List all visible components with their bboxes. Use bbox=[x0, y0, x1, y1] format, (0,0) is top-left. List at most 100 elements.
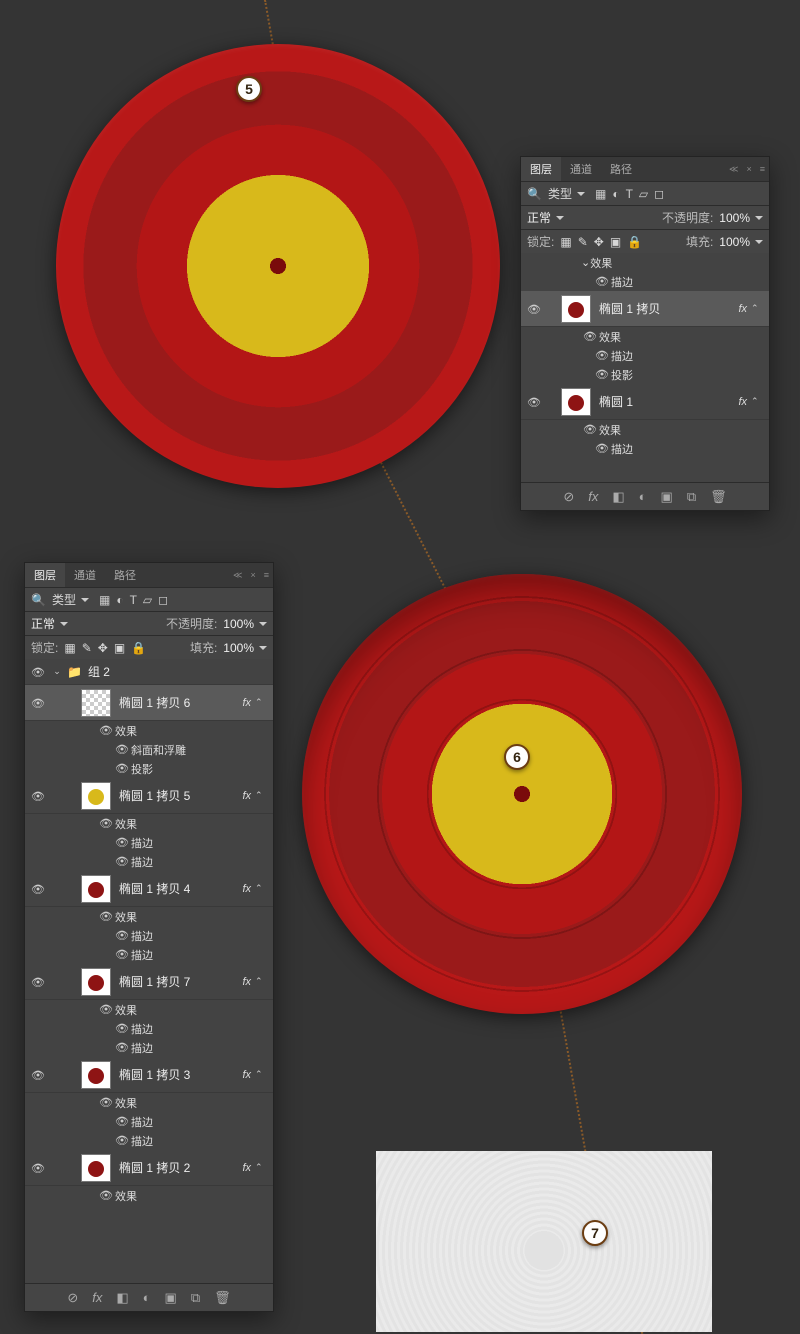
visibility-icon[interactable] bbox=[97, 1189, 115, 1202]
layer-effects-header[interactable]: 效果 bbox=[521, 420, 769, 439]
visibility-icon[interactable] bbox=[593, 275, 611, 288]
layer-thumbnail[interactable] bbox=[81, 1154, 111, 1182]
layer-effects-header[interactable]: 效果 bbox=[25, 907, 273, 926]
layer-name[interactable]: 椭圆 1 拷贝 5 bbox=[119, 787, 242, 804]
fx-indicator[interactable]: fx bbox=[242, 1069, 251, 1081]
layer-name[interactable]: 椭圆 1 拷贝 2 bbox=[119, 1159, 242, 1176]
fx-icon[interactable]: fx bbox=[92, 1290, 102, 1305]
tab-channels[interactable]: 通道 bbox=[65, 563, 105, 587]
layer-effects-header[interactable]: ⌄效果 bbox=[521, 253, 769, 272]
layer-thumbnail[interactable] bbox=[81, 1061, 111, 1089]
layer-effect-stroke[interactable]: 描边 bbox=[521, 272, 769, 291]
visibility-icon[interactable] bbox=[581, 423, 599, 436]
visibility-icon[interactable] bbox=[25, 789, 51, 803]
layer-effect-stroke[interactable]: 描边 bbox=[25, 1131, 273, 1150]
fx-indicator[interactable]: fx bbox=[242, 976, 251, 988]
chevron-up-icon[interactable]: ⌃ bbox=[255, 1162, 267, 1173]
layer-name[interactable]: 椭圆 1 拷贝 6 bbox=[119, 694, 242, 711]
visibility-icon[interactable] bbox=[521, 302, 547, 316]
layer-effect-stroke[interactable]: 描边 bbox=[25, 852, 273, 871]
visibility-icon[interactable] bbox=[97, 724, 115, 737]
layer-row[interactable]: 椭圆 1 拷贝 2 fx ⌃ bbox=[25, 1150, 273, 1186]
visibility-icon[interactable] bbox=[113, 929, 131, 942]
lock-pixels-icon[interactable]: ▦ bbox=[560, 235, 571, 249]
layer-name[interactable]: 椭圆 1 bbox=[599, 393, 738, 410]
layer-effect-shadow[interactable]: 投影 bbox=[521, 365, 769, 384]
visibility-icon[interactable] bbox=[593, 349, 611, 362]
layer-effect-bevel[interactable]: 斜面和浮雕 bbox=[25, 740, 273, 759]
adjustment-icon[interactable]: ◐ bbox=[639, 489, 647, 504]
lock-position-icon[interactable]: ✥ bbox=[594, 235, 604, 249]
layer-effect-stroke[interactable]: 描边 bbox=[521, 346, 769, 365]
layer-row[interactable]: 椭圆 1 拷贝 7 fx ⌃ bbox=[25, 964, 273, 1000]
fx-indicator[interactable]: fx bbox=[242, 790, 251, 802]
layer-row[interactable]: 椭圆 1 拷贝 4 fx ⌃ bbox=[25, 871, 273, 907]
filter-type-icon[interactable]: T bbox=[626, 187, 633, 201]
filter-shape-icon[interactable]: ▱ bbox=[639, 187, 648, 201]
layer-thumbnail[interactable] bbox=[81, 689, 111, 717]
layer-effect-stroke[interactable]: 描边 bbox=[25, 926, 273, 945]
visibility-icon[interactable] bbox=[593, 368, 611, 381]
visibility-icon[interactable] bbox=[97, 1003, 115, 1016]
tab-layers[interactable]: 图层 bbox=[521, 157, 561, 181]
chevron-up-icon[interactable]: ⌃ bbox=[751, 303, 763, 314]
filter-icons[interactable]: ▦ ◐ T ▱ ◻ bbox=[595, 187, 664, 201]
visibility-icon[interactable] bbox=[113, 1041, 131, 1054]
lock-artboard-icon[interactable]: ▣ bbox=[610, 235, 621, 249]
chevron-up-icon[interactable]: ⌃ bbox=[255, 790, 267, 801]
layer-row[interactable]: 椭圆 1 拷贝 3 fx ⌃ bbox=[25, 1057, 273, 1093]
layer-row[interactable]: 椭圆 1 拷贝 5 fx ⌃ bbox=[25, 778, 273, 814]
layer-name[interactable]: 椭圆 1 拷贝 3 bbox=[119, 1066, 242, 1083]
opacity-value[interactable]: 100% bbox=[223, 617, 267, 631]
adjustment-icon[interactable]: ◐ bbox=[143, 1290, 151, 1305]
visibility-icon[interactable] bbox=[25, 1161, 51, 1175]
visibility-icon[interactable] bbox=[521, 395, 547, 409]
visibility-icon[interactable] bbox=[113, 855, 131, 868]
filter-adjust-icon[interactable]: ◐ bbox=[116, 593, 123, 607]
lock-pixels-icon[interactable]: ▦ bbox=[64, 641, 75, 655]
visibility-icon[interactable] bbox=[97, 1096, 115, 1109]
filter-type-dropdown[interactable]: 类型 bbox=[548, 185, 585, 202]
layer-effects-header[interactable]: 效果 bbox=[25, 1093, 273, 1112]
filter-icons[interactable]: ▦ ◐ T ▱ ◻ bbox=[99, 593, 168, 607]
visibility-icon[interactable] bbox=[113, 1134, 131, 1147]
fill-value[interactable]: 100% bbox=[223, 641, 267, 655]
layer-effect-stroke[interactable]: 描边 bbox=[25, 1112, 273, 1131]
layer-name[interactable]: 椭圆 1 拷贝 4 bbox=[119, 880, 242, 897]
filter-pixel-icon[interactable]: ▦ bbox=[595, 187, 606, 201]
fx-indicator[interactable]: fx bbox=[242, 883, 251, 895]
link-layers-icon[interactable]: ⊘ bbox=[67, 1290, 78, 1306]
trash-icon[interactable]: 🗑 bbox=[710, 489, 727, 505]
visibility-icon[interactable] bbox=[25, 665, 51, 679]
fx-indicator[interactable]: fx bbox=[738, 396, 747, 408]
visibility-icon[interactable] bbox=[113, 1022, 131, 1035]
layer-thumbnail[interactable] bbox=[81, 875, 111, 903]
layer-effect-stroke[interactable]: 描边 bbox=[25, 833, 273, 852]
filter-shape-icon[interactable]: ▱ bbox=[143, 593, 152, 607]
visibility-icon[interactable] bbox=[97, 817, 115, 830]
tab-channels[interactable]: 通道 bbox=[561, 157, 601, 181]
fx-indicator[interactable]: fx bbox=[242, 1162, 251, 1174]
layer-name[interactable]: 椭圆 1 拷贝 bbox=[599, 300, 738, 317]
filter-smart-icon[interactable]: ◻ bbox=[654, 187, 664, 201]
opacity-value[interactable]: 100% bbox=[719, 211, 763, 225]
fill-value[interactable]: 100% bbox=[719, 235, 763, 249]
visibility-icon[interactable] bbox=[113, 1115, 131, 1128]
layer-effect-stroke[interactable]: 描边 bbox=[25, 945, 273, 964]
lock-position-icon[interactable]: ✥ bbox=[98, 641, 108, 655]
fx-indicator[interactable]: fx bbox=[242, 697, 251, 709]
visibility-icon[interactable] bbox=[113, 836, 131, 849]
layer-row[interactable]: 椭圆 1 拷贝 fx ⌃ bbox=[521, 291, 769, 327]
panel-menu-icon[interactable]: ≪×≡ bbox=[729, 164, 765, 175]
new-layer-icon[interactable]: ⧉ bbox=[191, 1290, 200, 1306]
visibility-icon[interactable] bbox=[581, 330, 599, 343]
layer-effects-header[interactable]: 效果 bbox=[25, 814, 273, 833]
layer-thumbnail[interactable] bbox=[81, 782, 111, 810]
visibility-icon[interactable] bbox=[25, 696, 51, 710]
visibility-icon[interactable] bbox=[25, 1068, 51, 1082]
layer-effect-shadow[interactable]: 投影 bbox=[25, 759, 273, 778]
filter-type-icon[interactable]: T bbox=[130, 593, 137, 607]
visibility-icon[interactable] bbox=[593, 442, 611, 455]
new-layer-icon[interactable]: ⧉ bbox=[687, 489, 696, 505]
filter-pixel-icon[interactable]: ▦ bbox=[99, 593, 110, 607]
